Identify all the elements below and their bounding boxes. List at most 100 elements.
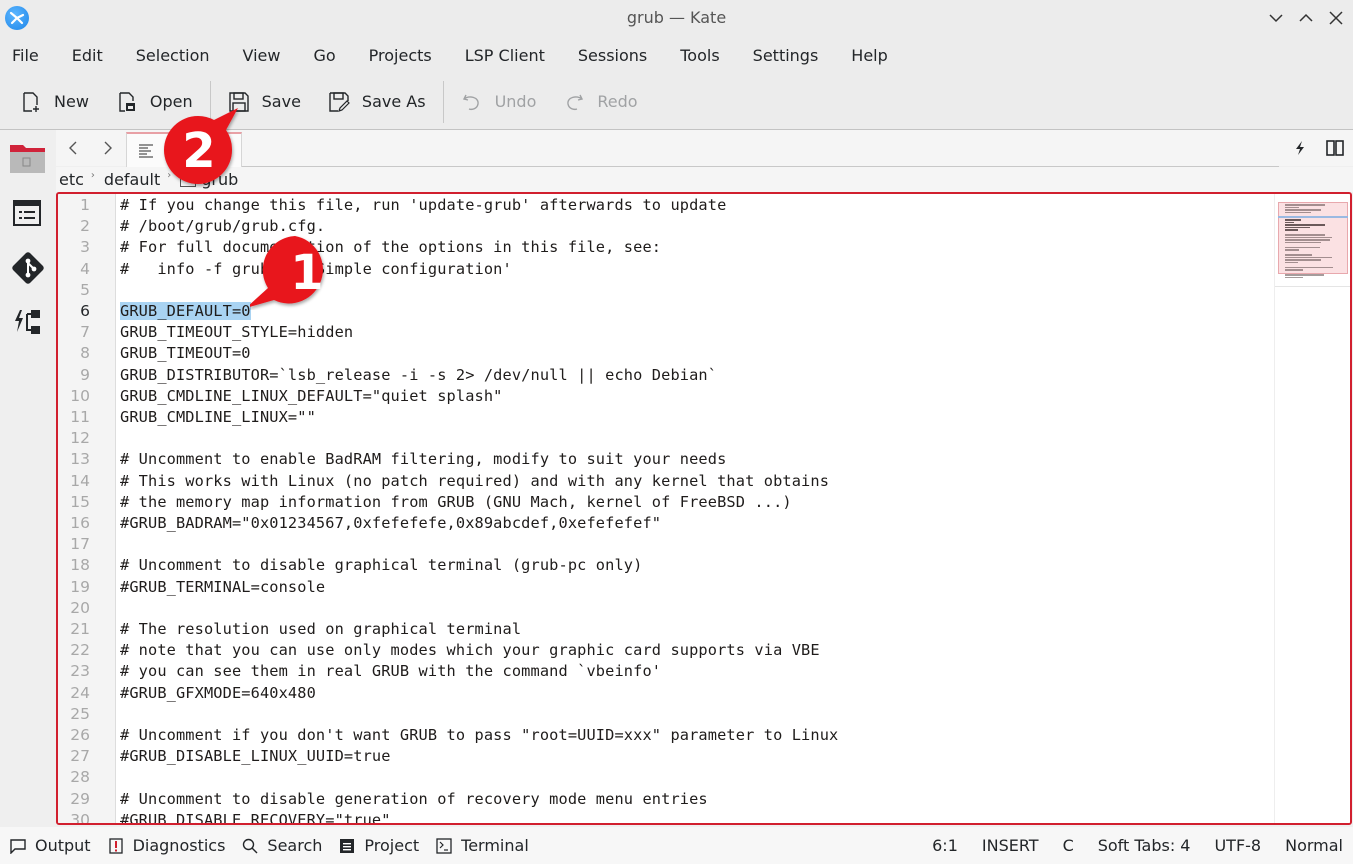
output-tool-button[interactable]: Output bbox=[10, 836, 91, 855]
code-text: #GRUB_GFXMODE=640x480 bbox=[120, 683, 316, 702]
code-text: # The resolution used on graphical termi… bbox=[120, 620, 522, 638]
text-selection: GRUB_DEFAULT=0 bbox=[120, 302, 251, 320]
encoding[interactable]: UTF-8 bbox=[1214, 836, 1261, 855]
menu-file[interactable]: File bbox=[12, 46, 47, 65]
line-number: 4 bbox=[80, 259, 90, 278]
code-line[interactable]: 10 GRUB_CMDLINE_LINUX_DEFAULT="quiet spla… bbox=[58, 387, 1350, 408]
line-number: 21 bbox=[70, 620, 90, 638]
line-number: 14 bbox=[70, 471, 90, 490]
breadcrumb-etc[interactable]: etc bbox=[59, 170, 84, 189]
code-line[interactable]: 22 # note that you can use only modes whi… bbox=[58, 641, 1350, 662]
code-line[interactable]: 25 bbox=[58, 705, 1350, 726]
line-number: 19 bbox=[70, 577, 90, 596]
menu-go[interactable]: Go bbox=[313, 46, 343, 65]
code-line[interactable]: 7 GRUB_TIMEOUT_STYLE=hidden bbox=[58, 323, 1350, 344]
close-button[interactable] bbox=[1326, 8, 1346, 28]
code-line[interactable]: 17 bbox=[58, 535, 1350, 556]
diagnostics-tool-button[interactable]: Diagnostics bbox=[108, 836, 225, 855]
back-arrow-icon[interactable] bbox=[64, 139, 82, 157]
code-line[interactable]: 27 #GRUB_DISABLE_LINUX_UUID=true bbox=[58, 747, 1350, 768]
documents-folder-icon[interactable] bbox=[9, 142, 46, 174]
code-line[interactable]: 30 #GRUB_DISABLE_RECOVERY="true" bbox=[58, 811, 1350, 823]
output-icon bbox=[10, 838, 26, 854]
code-text: # Uncomment if you don't want GRUB to pa… bbox=[120, 726, 839, 744]
git-icon[interactable] bbox=[8, 248, 44, 284]
code-text: GRUB_CMDLINE_LINUX_DEFAULT="quiet splash… bbox=[120, 386, 503, 405]
menu-view[interactable]: View bbox=[243, 46, 289, 65]
code-line[interactable]: 14 # This works with Linux (no patch requ… bbox=[58, 472, 1350, 493]
save-label: Save bbox=[261, 92, 301, 111]
code-text: GRUB_DEFAULT=0 bbox=[120, 302, 251, 320]
breadcrumb-separator: › bbox=[90, 170, 95, 181]
code-text: # you can see them in real GRUB with the… bbox=[120, 662, 662, 681]
code-text: #GRUB_TERMINAL=console bbox=[120, 577, 326, 596]
code-line[interactable]: 29 # Uncomment to disable generation of r… bbox=[58, 790, 1350, 811]
minimap[interactable] bbox=[1274, 194, 1350, 823]
project-tool-button[interactable]: Project bbox=[339, 836, 419, 855]
split-view-icon[interactable] bbox=[1326, 140, 1344, 160]
search-icon bbox=[242, 838, 258, 854]
code-line[interactable]: 12 bbox=[58, 429, 1350, 450]
lsp-symbols-icon[interactable] bbox=[12, 306, 44, 338]
status-info: 6:1 INSERT C Soft Tabs: 4 UTF-8 Normal bbox=[908, 827, 1343, 864]
syntax-mode[interactable]: C bbox=[1063, 836, 1074, 855]
save-as-icon bbox=[328, 91, 350, 113]
input-mode[interactable]: INSERT bbox=[982, 836, 1039, 855]
code-line[interactable]: 8 GRUB_TIMEOUT=0 bbox=[58, 344, 1350, 365]
search-tool-button[interactable]: Search bbox=[242, 836, 322, 855]
forward-arrow-icon[interactable] bbox=[99, 139, 117, 157]
code-line[interactable]: 11 GRUB_CMDLINE_LINUX="" bbox=[58, 408, 1350, 429]
left-sidebar bbox=[0, 130, 56, 827]
minimap-line bbox=[1285, 261, 1299, 264]
window-title: grub — Kate bbox=[626, 8, 727, 27]
annotation-marker-1: 1 bbox=[250, 232, 340, 310]
redo-button[interactable]: Redo bbox=[563, 82, 638, 122]
undo-button[interactable]: Undo bbox=[461, 82, 536, 122]
document-list-icon[interactable] bbox=[12, 198, 44, 230]
minimize-button[interactable] bbox=[1266, 8, 1286, 28]
code-line[interactable]: 1 # If you change this file, run 'update-… bbox=[58, 196, 1350, 217]
code-line[interactable]: 18 # Uncomment to disable graphical termi… bbox=[58, 556, 1350, 577]
menu-projects[interactable]: Projects bbox=[369, 46, 440, 65]
code-line[interactable]: 9 GRUB_DISTRIBUTOR=`lsb_release -i -s 2> … bbox=[58, 366, 1350, 387]
code-line[interactable]: 15 # the memory map information from GRUB… bbox=[58, 493, 1350, 514]
maximize-button[interactable] bbox=[1296, 8, 1316, 28]
code-line[interactable]: 13 # Uncomment to enable BadRAM filtering… bbox=[58, 450, 1350, 471]
save-as-button[interactable]: Save As bbox=[328, 82, 426, 122]
code-line[interactable]: 16 #GRUB_BADRAM="0x01234567,0xfefefefe,0x… bbox=[58, 514, 1350, 535]
menu-lsp-client[interactable]: LSP Client bbox=[465, 46, 553, 65]
breadcrumb-default[interactable]: default bbox=[104, 170, 160, 189]
terminal-tool-button[interactable]: Terminal bbox=[436, 836, 529, 855]
code-line[interactable]: 23 # you can see them in real GRUB with t… bbox=[58, 662, 1350, 683]
quick-open-icon[interactable] bbox=[1292, 140, 1308, 160]
new-button[interactable]: New bbox=[20, 82, 89, 122]
menu-settings[interactable]: Settings bbox=[753, 46, 827, 65]
editing-mode[interactable]: Normal bbox=[1285, 836, 1343, 855]
code-text: GRUB_CMDLINE_LINUX="" bbox=[120, 408, 316, 426]
menu-selection[interactable]: Selection bbox=[136, 46, 218, 65]
menu-edit[interactable]: Edit bbox=[72, 46, 111, 65]
code-line[interactable]: 24 #GRUB_GFXMODE=640x480 bbox=[58, 684, 1350, 705]
menu-sessions[interactable]: Sessions bbox=[578, 46, 655, 65]
code-line[interactable]: 28 bbox=[58, 768, 1350, 789]
code-line[interactable]: 26 # Uncomment if you don't want GRUB to … bbox=[58, 726, 1350, 747]
line-number: 23 bbox=[70, 662, 90, 681]
code-line[interactable]: 19 #GRUB_TERMINAL=console bbox=[58, 578, 1350, 599]
cursor-position[interactable]: 6:1 bbox=[932, 836, 958, 855]
line-number: 18 bbox=[70, 556, 90, 575]
menu-tools[interactable]: Tools bbox=[680, 46, 727, 65]
project-icon bbox=[339, 838, 355, 854]
line-number: 12 bbox=[70, 429, 90, 448]
code-text: # the memory map information from GRUB (… bbox=[120, 492, 792, 511]
minimap-line bbox=[1285, 229, 1299, 231]
code-text: #GRUB_BADRAM="0x01234567,0xfefefefe,0x89… bbox=[120, 514, 662, 532]
minimap-line bbox=[1285, 276, 1303, 279]
code-line[interactable]: 21 # The resolution used on graphical ter… bbox=[58, 620, 1350, 641]
menu-help[interactable]: Help bbox=[851, 46, 895, 65]
line-number: 15 bbox=[70, 492, 90, 511]
line-number: 13 bbox=[70, 450, 90, 469]
indentation-settings[interactable]: Soft Tabs: 4 bbox=[1098, 836, 1191, 855]
code-line[interactable]: 20 bbox=[58, 599, 1350, 620]
minimap-line bbox=[1285, 211, 1312, 214]
title-bar: grub — Kate bbox=[0, 0, 1353, 36]
